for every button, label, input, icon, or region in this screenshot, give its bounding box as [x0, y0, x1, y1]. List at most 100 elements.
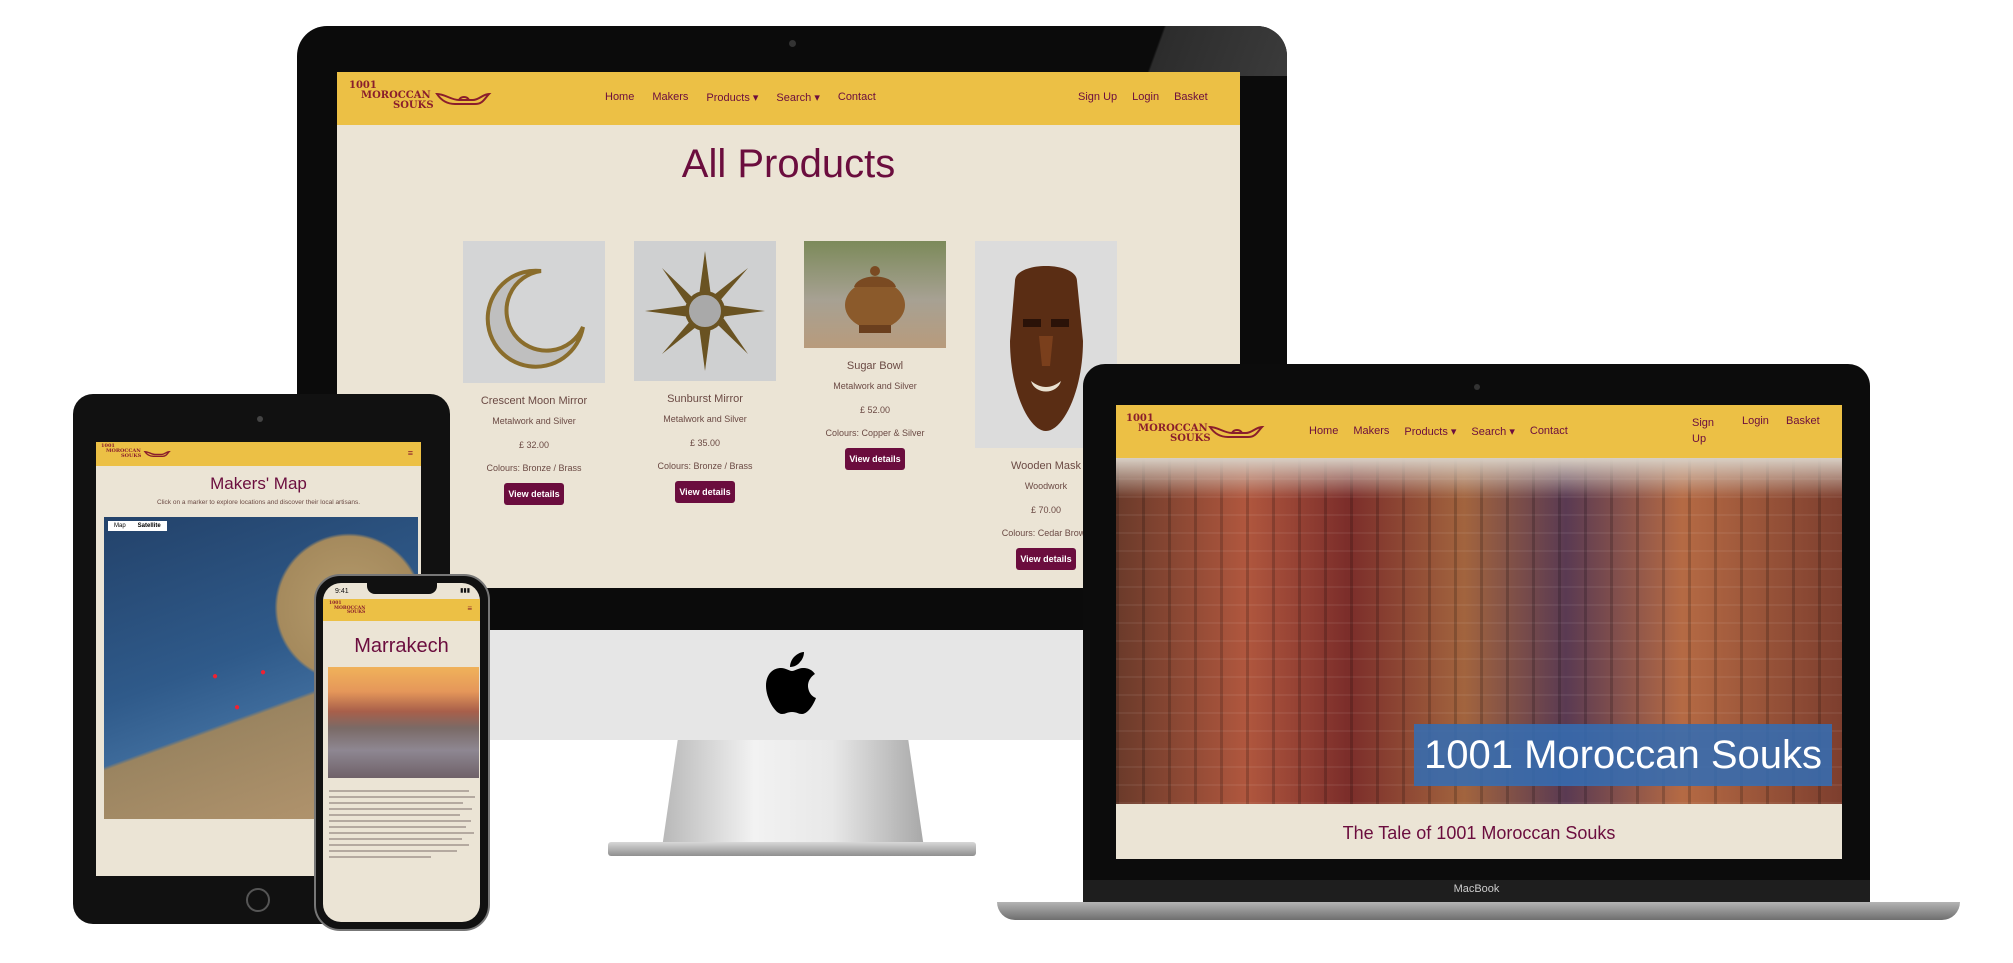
product-name[interactable]: Sugar Bowl: [804, 360, 946, 372]
product-name[interactable]: Sunburst Mirror: [634, 393, 776, 405]
nav-makers[interactable]: Makers: [1353, 425, 1389, 438]
nav-basket[interactable]: Basket: [1786, 415, 1820, 427]
product-category: Metalwork and Silver: [492, 416, 576, 426]
lamp-icon: [1208, 425, 1265, 438]
nav-login[interactable]: Login: [1742, 415, 1769, 427]
navbar: 1001 MOROCCAN SOUKS Home Makers Products…: [337, 72, 1240, 125]
text-line: [329, 790, 470, 792]
product-price: £ 32.00: [518, 440, 550, 450]
nav-makers[interactable]: Makers: [652, 91, 688, 104]
map-tab-satellite[interactable]: Satellite: [132, 521, 167, 531]
body-text-lines: [329, 786, 475, 862]
text-line: [329, 808, 473, 810]
product-card: Sunburst Mirror Metalwork and Silver £ 3…: [634, 241, 776, 503]
hero-title: 1001 Moroccan Souks: [1414, 724, 1832, 786]
text-line: [329, 814, 461, 816]
tablet-camera-icon: [257, 416, 263, 422]
view-details-button[interactable]: View details: [845, 448, 905, 470]
logo-line: SOUKS: [393, 100, 434, 111]
page-subtitle: Click on a marker to explore locations a…: [156, 499, 361, 506]
text-line: [329, 820, 471, 822]
product-colours: Colours: Copper & Silver: [825, 428, 925, 438]
imac-glare: [1070, 26, 1287, 76]
logo-line: SOUKS: [347, 610, 366, 615]
text-line: [329, 832, 474, 834]
map-tab-map[interactable]: Map: [108, 521, 132, 531]
site-logo[interactable]: 1001 MOROCCAN SOUKS: [101, 444, 141, 459]
nav-search[interactable]: Search ▾: [1471, 425, 1514, 438]
phone-screen: 9:41 ▮▮▮ 1001 MOROCCAN SOUKS ≡ Marrakech: [323, 583, 480, 922]
text-line: [329, 826, 467, 828]
nav-search-label: Search: [776, 92, 812, 104]
product-image-crescent-mirror[interactable]: [463, 241, 605, 383]
caret-down-icon: ▾: [814, 92, 820, 104]
nav-products-label: Products: [706, 92, 750, 104]
nav-home[interactable]: Home: [605, 91, 634, 104]
nav-home[interactable]: Home: [1309, 425, 1338, 438]
map-type-control: Map Satellite: [108, 521, 167, 531]
crescent-mirror-icon: [485, 268, 585, 369]
product-category: Metalwork and Silver: [663, 414, 747, 424]
nav-products-label: Products: [1404, 426, 1448, 438]
imac-stand-foot: [608, 842, 976, 856]
navbar: 1001 MOROCCAN SOUKS ≡: [323, 599, 480, 621]
sugar-bowl-icon: [845, 266, 905, 333]
caret-down-icon: ▾: [1450, 426, 1457, 438]
map-marker-icon[interactable]: ●: [212, 671, 218, 682]
logo-line: SOUKS: [1170, 433, 1211, 444]
logo-line: SOUKS: [121, 453, 142, 459]
hamburger-menu-icon[interactable]: ≡: [467, 604, 472, 613]
page-title: Marrakech: [354, 635, 449, 657]
nav-basket[interactable]: Basket: [1174, 91, 1208, 103]
map-marker-icon[interactable]: ●: [234, 702, 240, 713]
page-title: All Products: [681, 142, 896, 186]
product-price: £ 35.00: [689, 438, 721, 448]
product-category: Metalwork and Silver: [833, 381, 917, 391]
nav-login[interactable]: Login: [1132, 91, 1159, 103]
laptop-hinge: MacBook: [1083, 880, 1870, 902]
text-line: [329, 802, 464, 804]
hero-awning: [1116, 458, 1842, 498]
site-logo[interactable]: 1001 MOROCCAN SOUKS: [1126, 414, 1211, 444]
product-card: Sugar Bowl Metalwork and Silver £ 52.00 …: [804, 241, 946, 470]
lamp-icon: [435, 92, 492, 105]
product-name[interactable]: Crescent Moon Mirror: [463, 395, 605, 407]
site-logo[interactable]: 1001 MOROCCAN SOUKS: [329, 601, 366, 616]
text-line: [329, 850, 458, 852]
site-logo[interactable]: 1001 MOROCCAN SOUKS: [349, 81, 434, 111]
product-card: Crescent Moon Mirror Metalwork and Silve…: [463, 241, 605, 505]
text-line: [329, 844, 470, 846]
product-image-sugar-bowl[interactable]: [804, 241, 946, 348]
main-nav: Home Makers Products ▾ Search ▾ Contact: [605, 91, 876, 104]
laptop-camera-icon: [1474, 384, 1480, 390]
product-colours: Colours: Bronze / Brass: [486, 463, 582, 473]
nav-contact[interactable]: Contact: [1530, 425, 1568, 438]
map-marker-icon[interactable]: ●: [260, 667, 266, 678]
macbook-label: MacBook: [1453, 883, 1500, 895]
text-line: [329, 796, 475, 798]
nav-search[interactable]: Search ▾: [776, 91, 819, 104]
nav-products[interactable]: Products ▾: [706, 91, 758, 104]
sunburst-mirror-icon: [645, 251, 765, 371]
nav-signup[interactable]: Sign Up: [1078, 91, 1117, 103]
text-line: [329, 838, 462, 840]
laptop-base: [997, 902, 1960, 920]
nav-contact[interactable]: Contact: [838, 91, 876, 104]
view-details-button[interactable]: View details: [1016, 548, 1076, 570]
product-price: £ 52.00: [859, 405, 891, 415]
hamburger-menu-icon[interactable]: ≡: [408, 448, 413, 458]
view-details-button[interactable]: View details: [504, 483, 564, 505]
tablet-home-button: [246, 888, 270, 912]
lamp-icon: [143, 450, 171, 458]
product-image-sunburst-mirror[interactable]: [634, 241, 776, 381]
status-time: 9:41: [335, 588, 349, 595]
view-details-button[interactable]: View details: [675, 481, 735, 503]
nav-signup[interactable]: Sign Up: [1692, 415, 1714, 447]
nav-products[interactable]: Products ▾: [1404, 425, 1456, 438]
nav-signup-line: Up: [1692, 433, 1707, 445]
phone-notch: [367, 583, 437, 594]
page-title: Makers' Map: [210, 474, 307, 493]
section-title: The Tale of 1001 Moroccan Souks: [1342, 823, 1616, 843]
laptop-screen: 1001 MOROCCAN SOUKS Home Makers Products…: [1116, 405, 1842, 859]
nav-signup-line: Sign: [1692, 417, 1715, 429]
